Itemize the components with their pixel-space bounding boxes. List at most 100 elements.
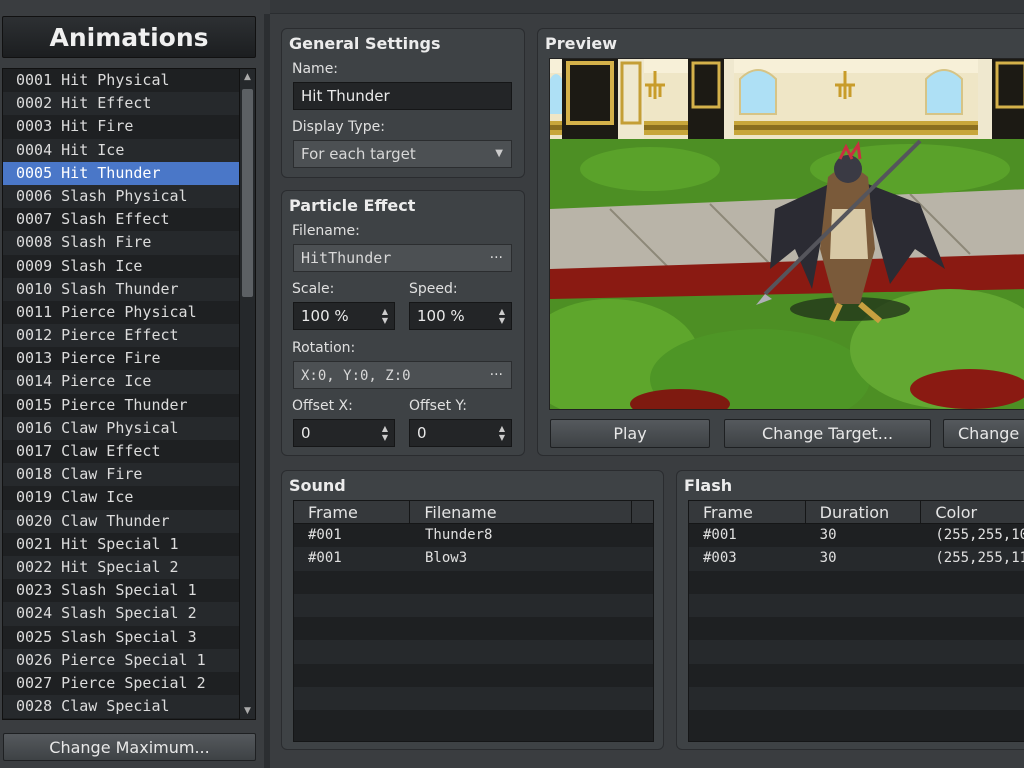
change-target-button[interactable]: Change Target...	[724, 419, 931, 448]
animation-list-item[interactable]: 0001 Hit Physical	[3, 69, 239, 92]
animation-list-item[interactable]: 0013 Pierce Fire	[3, 347, 239, 370]
table-row[interactable]	[294, 710, 653, 733]
animation-list-item[interactable]: 0020 Claw Thunder	[3, 509, 239, 533]
animation-list-item[interactable]: 0003 Hit Fire	[3, 115, 239, 138]
display-type-select[interactable]: For each target ▼	[293, 140, 512, 168]
animation-list-item[interactable]: 0018 Claw Fire	[3, 463, 239, 487]
table-row[interactable]	[294, 687, 653, 711]
table-row[interactable]: #001 Thunder8	[294, 524, 653, 547]
spin-up-icon[interactable]: ▲	[499, 308, 505, 316]
offset-x-stepper[interactable]: 0 ▲ ▼	[293, 419, 395, 447]
particle-effect-title: Particle Effect	[289, 196, 416, 215]
animation-list-item[interactable]: 0006 Slash Physical	[3, 184, 239, 209]
play-button[interactable]: Play	[550, 419, 710, 448]
name-input[interactable]: Hit Thunder	[293, 82, 512, 110]
animation-list-item[interactable]: 0005 Hit Thunder	[3, 161, 239, 185]
offset-y-stepper[interactable]: 0 ▲ ▼	[409, 419, 512, 447]
general-settings-title: General Settings	[289, 34, 441, 53]
scrollbar-thumb[interactable]	[242, 89, 253, 297]
preview-title: Preview	[545, 34, 618, 53]
splitter[interactable]	[264, 14, 270, 768]
change-button[interactable]: Change	[943, 419, 1024, 448]
animation-list-item[interactable]: 0010 Slash Thunder	[3, 277, 239, 301]
scroll-up-icon[interactable]: ▲	[240, 69, 255, 85]
flash-table[interactable]: Frame Duration Color #001 30 (255,255,10 #0…	[688, 500, 1024, 742]
flash-col-frame[interactable]: Frame	[689, 501, 806, 523]
animations-header: Animations	[2, 16, 256, 58]
animation-list-item[interactable]: 0015 Pierce Thunder	[3, 394, 239, 417]
spin-down-icon[interactable]: ▼	[382, 317, 388, 325]
animation-list-item[interactable]: 0028 Claw Special	[3, 695, 239, 719]
sound-col-frame[interactable]: Frame	[294, 501, 411, 523]
animation-list-item[interactable]: 0019 Claw Ice	[3, 486, 239, 509]
display-type-label: Display Type:	[292, 119, 385, 135]
preview-panel: Preview Play Change Target... Change	[537, 28, 1024, 456]
flash-col-duration[interactable]: Duration	[806, 501, 922, 523]
flash-col-color[interactable]: Color	[921, 501, 1024, 523]
rotation-picker[interactable]: X:0, Y:0, Z:0 ···	[293, 361, 512, 389]
animation-list-item[interactable]: 0011 Pierce Physical	[3, 301, 239, 324]
table-row[interactable]	[294, 617, 653, 640]
table-row[interactable]	[294, 640, 653, 664]
animation-list-item[interactable]: 0017 Claw Effect	[3, 440, 239, 463]
table-row[interactable]	[294, 664, 653, 687]
animation-list-item[interactable]: 0016 Claw Physical	[3, 416, 239, 440]
change-maximum-button[interactable]: Change Maximum...	[3, 733, 256, 761]
spin-up-icon[interactable]: ▲	[382, 308, 388, 316]
animation-list-item[interactable]: 0008 Slash Fire	[3, 231, 239, 255]
scroll-down-icon[interactable]: ▼	[240, 703, 255, 719]
animation-list-item[interactable]: 0022 Hit Special 2	[3, 555, 239, 580]
spin-up-icon[interactable]: ▲	[382, 425, 388, 433]
animation-list-item[interactable]: 0025 Slash Special 3	[3, 626, 239, 649]
flash-title: Flash	[684, 476, 733, 495]
table-row[interactable]: #001 Blow3	[294, 547, 653, 571]
table-row[interactable]	[689, 617, 1024, 640]
animation-list[interactable]: 0001 Hit Physical 0002 Hit Effect 0003 Hit…	[2, 68, 240, 720]
table-row[interactable]	[689, 593, 1024, 618]
sound-panel: Sound Frame Filename #001 Thunder8 #001 Blo…	[281, 470, 664, 750]
speed-value: 100 %	[417, 307, 465, 325]
table-cell: (255,255,10	[935, 527, 1024, 543]
display-type-value: For each target	[301, 145, 416, 163]
sound-col-filename[interactable]: Filename	[410, 501, 633, 523]
animation-list-item[interactable]: 0007 Slash Effect	[3, 208, 239, 231]
sound-title: Sound	[289, 476, 346, 495]
animation-list-item[interactable]: 0002 Hit Effect	[3, 92, 239, 116]
table-row[interactable]	[294, 593, 653, 618]
filename-value: HitThunder	[301, 249, 392, 267]
preview-canvas[interactable]	[549, 58, 1024, 410]
table-row[interactable]	[689, 710, 1024, 733]
offset-x-label: Offset X:	[292, 398, 353, 414]
animation-list-item[interactable]: 0024 Slash Special 2	[3, 602, 239, 626]
sound-col-spacer	[632, 501, 653, 523]
animation-list-item[interactable]: 0027 Pierce Special 2	[3, 672, 239, 695]
table-row[interactable]	[689, 664, 1024, 687]
animation-list-item[interactable]: 0021 Hit Special 1	[3, 533, 239, 556]
table-row[interactable]	[689, 571, 1024, 594]
offset-y-value: 0	[417, 424, 427, 442]
table-row[interactable]	[689, 687, 1024, 711]
table-cell: #001	[308, 550, 342, 567]
table-row[interactable]: #001 30 (255,255,10	[689, 524, 1024, 547]
animation-list-item[interactable]: 0012 Pierce Effect	[3, 324, 239, 348]
table-row[interactable]	[689, 640, 1024, 664]
animation-list-item[interactable]: 0004 Hit Ice	[3, 138, 239, 162]
table-cell: #001	[308, 527, 342, 543]
sound-table[interactable]: Frame Filename #001 Thunder8 #001 Blow3	[293, 500, 654, 742]
spin-down-icon[interactable]: ▼	[499, 434, 505, 442]
animation-list-item[interactable]: 0026 Pierce Special 1	[3, 648, 239, 672]
table-cell: 30	[819, 527, 837, 543]
spin-up-icon[interactable]: ▲	[499, 425, 505, 433]
spin-down-icon[interactable]: ▼	[382, 434, 388, 442]
spin-down-icon[interactable]: ▼	[499, 317, 505, 325]
speed-stepper[interactable]: 100 % ▲ ▼	[409, 302, 512, 330]
list-scrollbar[interactable]: ▲ ▼	[239, 68, 256, 720]
table-row[interactable]	[294, 571, 653, 594]
general-settings-panel: General Settings Name: Hit Thunder Displ…	[281, 28, 525, 178]
scale-stepper[interactable]: 100 % ▲ ▼	[293, 302, 395, 330]
filename-picker[interactable]: HitThunder ···	[293, 244, 512, 272]
table-row[interactable]: #003 30 (255,255,11	[689, 547, 1024, 571]
animation-list-item[interactable]: 0014 Pierce Ice	[3, 370, 239, 394]
animation-list-item[interactable]: 0023 Slash Special 1	[3, 579, 239, 602]
animation-list-item[interactable]: 0009 Slash Ice	[3, 255, 239, 278]
